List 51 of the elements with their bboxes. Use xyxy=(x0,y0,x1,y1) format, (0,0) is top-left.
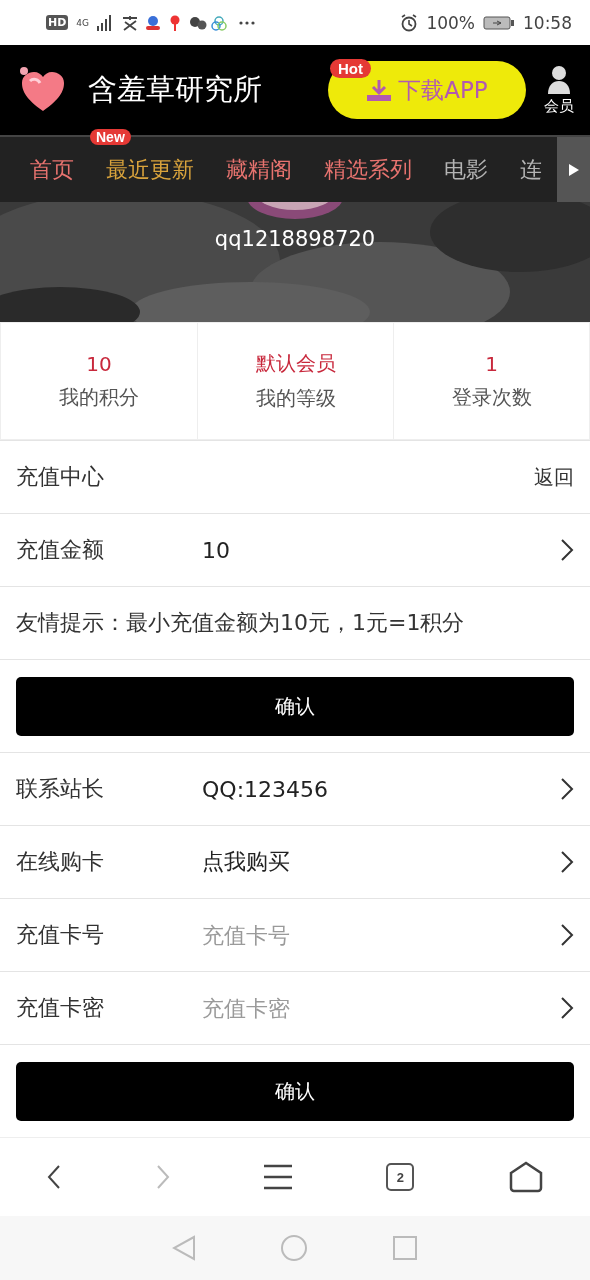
input-field[interactable]: 充值卡号 xyxy=(202,922,560,948)
battery-percent: 100% xyxy=(426,12,475,33)
row-value[interactable]: QQ:123456 xyxy=(202,776,560,802)
nav-item[interactable]: 电影 xyxy=(444,154,488,185)
chevron-right-icon xyxy=(560,777,574,801)
download-icon xyxy=(366,78,393,102)
network-type: 4G xyxy=(76,17,90,28)
confirm-button[interactable]: 确认 xyxy=(16,676,574,736)
menu-button[interactable] xyxy=(263,1164,292,1190)
row-value[interactable]: 点我购买 xyxy=(202,847,560,877)
chevron-right-icon xyxy=(560,923,574,947)
row-label: 充值卡密 xyxy=(16,994,105,1022)
scroll-right-button[interactable] xyxy=(557,137,590,202)
chevron-right-icon xyxy=(560,996,574,1020)
row-label: 联系站长 xyxy=(16,775,105,803)
confirm-button[interactable]: 确认 xyxy=(16,1061,574,1121)
section-title: 充值中心 xyxy=(16,463,105,491)
username: qq1218898720 xyxy=(214,227,376,251)
back-link[interactable]: 返回 xyxy=(534,463,574,491)
stat-label: 登录次数 xyxy=(451,383,532,411)
member-label[interactable]: 会员 xyxy=(544,96,574,116)
chevron-right-icon xyxy=(560,850,574,874)
row-label: 在线购卡 xyxy=(16,848,105,876)
site-title: 含羞草研究所 xyxy=(88,71,263,108)
clock-time: 10:58 xyxy=(523,12,572,33)
signal-icon xyxy=(97,14,114,31)
alarm-icon xyxy=(400,13,419,32)
hd-indicator: HD xyxy=(46,15,69,30)
stat-label: 我的等级 xyxy=(255,385,336,412)
play-triangle-icon xyxy=(567,162,580,177)
chevron-right-icon xyxy=(560,538,574,562)
home-button[interactable] xyxy=(508,1161,543,1193)
row-label: 充值卡号 xyxy=(16,921,105,949)
nav-item[interactable]: 藏精阁 xyxy=(226,154,292,185)
nav-item[interactable]: 精选系列 xyxy=(324,154,412,185)
battery-icon xyxy=(483,14,515,31)
input-field[interactable]: 充值卡密 xyxy=(202,995,560,1021)
back-button[interactable] xyxy=(47,1164,62,1190)
stat-value: 默认会员 xyxy=(255,350,336,377)
stat-value: 1 xyxy=(485,351,498,376)
row-value[interactable]: 10 xyxy=(202,537,560,563)
hot-badge: Hot xyxy=(330,59,371,78)
stat-value: 10 xyxy=(86,351,112,376)
user-icon[interactable] xyxy=(547,64,571,95)
nav-item[interactable]: 连 xyxy=(520,154,542,185)
stat-label: 我的积分 xyxy=(59,383,139,411)
download-app-button[interactable]: Hot 下载APP xyxy=(328,61,526,119)
nav-item[interactable]: 首页 xyxy=(30,154,74,185)
row-label: 充值金额 xyxy=(16,536,105,564)
tabs-button[interactable]: 2 xyxy=(386,1163,415,1191)
tip-text: 友情提示：最小充值金额为10元，1元=1积分 xyxy=(16,609,465,637)
